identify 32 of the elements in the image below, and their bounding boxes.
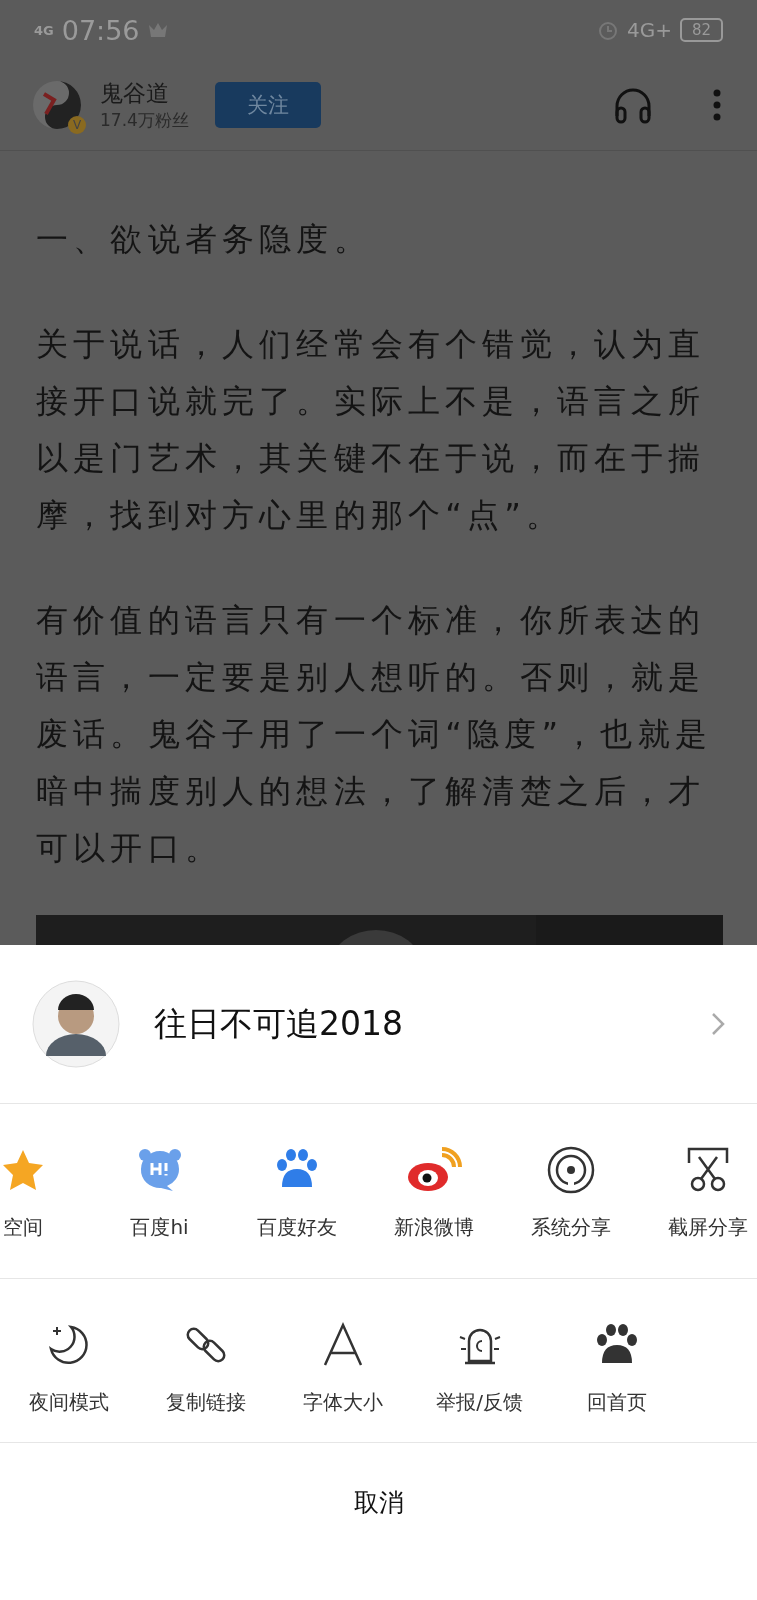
share-option[interactable]: 百度hi <box>91 1146 228 1254</box>
tool-option[interactable]: 回首页 <box>548 1321 685 1416</box>
chat-bear-icon <box>136 1146 183 1194</box>
crown-icon <box>147 22 168 38</box>
battery-level: 82 <box>679 18 723 42</box>
signal-label: 4G <box>34 22 54 38</box>
more-icon[interactable] <box>713 89 721 121</box>
tool-option[interactable]: 字体大小 <box>274 1321 411 1416</box>
scissors-icon <box>686 1146 729 1194</box>
article-paragraph: 有价值的语言只有一个标准，你所表达的语言，一定要是别人想听的。否则，就是废话。鬼谷子用了一个词“隐度”，也就是暗中揣度别人的想法，了解清楚之后，才可以开口。 <box>36 600 713 869</box>
share-option[interactable]: 百度好友 <box>228 1146 365 1254</box>
alarm-icon <box>596 19 619 41</box>
account-name[interactable]: 往日不可追2018 <box>154 1001 403 1047</box>
article-paragraph: 关于说话，人们经常会有个错觉，认为直接开口说就完了。实际上不是，语言之所以是门艺术，其关键不在于说，而在于揣摩，找到对方心里的那个“点”。 <box>36 324 707 536</box>
clock-time: 07:56 <box>61 14 140 46</box>
network-label: 4G+ <box>626 18 672 42</box>
tool-option[interactable]: 复制链接 <box>137 1321 274 1416</box>
share-option[interactable]: 新浪微博 <box>365 1146 502 1254</box>
author-name: 鬼谷道 <box>100 79 170 108</box>
tool-option[interactable]: 举报/反馈 <box>411 1321 548 1416</box>
tool-option[interactable]: 夜间模式 <box>0 1321 137 1416</box>
eye-swirl-icon <box>405 1146 462 1194</box>
author-avatar-icon <box>32 80 82 130</box>
share-option[interactable]: 系统分享 <box>502 1146 639 1254</box>
user-avatar[interactable] <box>32 980 120 1068</box>
share-option[interactable]: 截屏分享 <box>639 1146 757 1254</box>
section-heading: 一、欲说者务隐度。 <box>36 219 372 260</box>
verified-badge: V <box>68 116 86 134</box>
chevron-right-icon[interactable] <box>711 1012 725 1036</box>
broadcast-icon <box>546 1146 595 1194</box>
share-option[interactable]: 空间 <box>0 1146 91 1254</box>
headphones-icon[interactable] <box>613 86 653 124</box>
